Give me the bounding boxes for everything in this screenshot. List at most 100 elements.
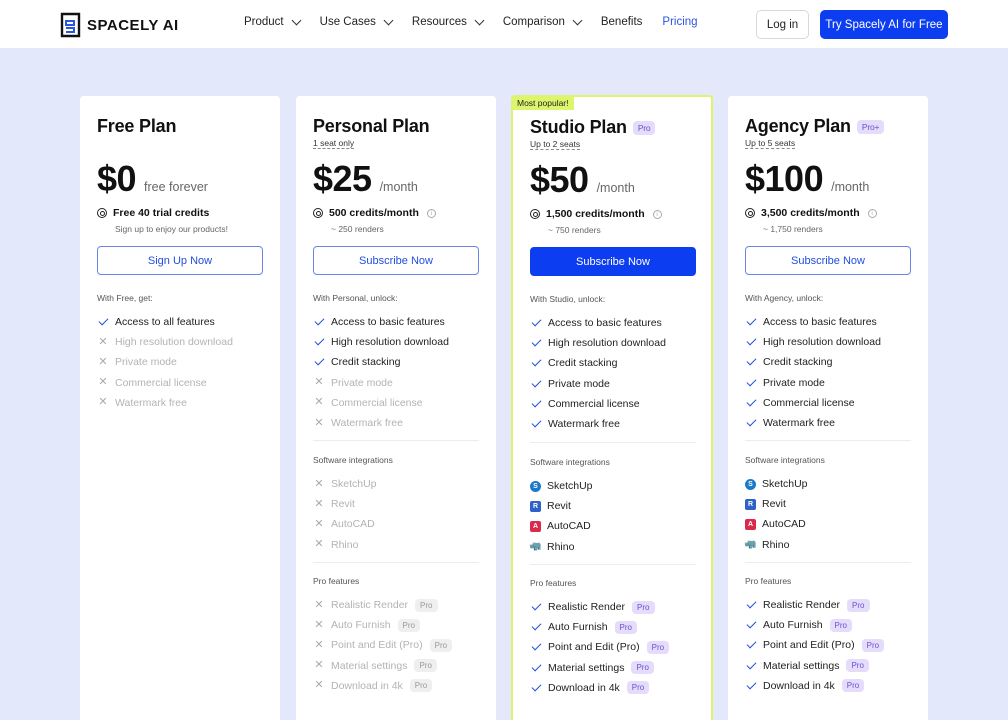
feature-label: High resolution download [331,336,449,349]
nav-comparison[interactable]: Comparison [502,15,583,28]
pro-badge: Pro [846,659,869,673]
nav-pricing[interactable]: Pricing [662,16,697,28]
feature-label: Credit stacking [548,357,618,370]
pro-feature-label: Realistic Render [331,599,409,612]
nav-product[interactable]: Product [244,15,302,28]
feature-item: ✕ Commercial license [313,393,449,413]
cross-icon: ✕ [314,659,324,672]
integration-label: AutoCAD [331,518,375,531]
pro-badge: Pro [397,618,420,632]
feature-label: Watermark free [763,417,835,430]
pro-feature-item: ✕ Point and Edit (Pro) Pro [313,635,453,655]
feature-label: Commercial license [331,396,423,409]
plan-name: Agency Plan Pro+ [745,116,885,137]
nav-pricing-label: Pricing [662,16,698,28]
info-icon[interactable]: i [652,209,662,219]
feature-label: Credit stacking [763,356,833,369]
integration-label: Rhino [762,538,790,551]
price-period: /month [596,181,635,195]
nav-comparison-label: Comparison [502,16,565,28]
feature-item: Watermark free [745,413,881,433]
credits-label: 3,500 credits/month [761,207,860,219]
cross-icon: ✕ [98,376,108,389]
plan-title: Personal Plan [313,116,430,136]
feature-label: Commercial license [763,396,855,409]
feature-item: High resolution download [745,332,881,352]
nav-use-cases[interactable]: Use Cases [319,15,394,28]
check-icon [745,659,757,670]
rhino-icon: 🦏 [744,539,757,551]
plan-card-agency: Agency Plan Pro+ Up to 5 seats $100 /mon… [728,96,928,720]
check-icon [530,417,542,428]
nav-product-label: Product [244,16,284,28]
feature-item: Access to all features [97,312,233,332]
pro-feature-item: ✕ Realistic Render Pro [313,595,452,615]
pro-feature-label: Download in 4k [331,679,403,692]
cross-icon: ✕ [314,497,324,510]
check-icon [745,376,757,387]
check-icon [745,416,757,427]
price-period: /month [831,180,870,194]
feature-list: Access to basic features High resolution… [745,312,881,433]
info-icon[interactable]: i [426,208,436,218]
sketchup-icon: S [745,478,756,490]
nav-benefits[interactable]: Benefits [601,16,643,28]
divider [745,440,911,441]
pro-feature-label: Point and Edit (Pro) [331,639,423,652]
divider [313,562,479,563]
feature-label: Commercial license [548,397,640,410]
check-icon [530,641,542,651]
feature-label: Private mode [115,356,177,369]
feature-item: ✕ Commercial license [97,373,233,393]
plan-card-free: Free Plan $0 free forever Free 40 trial … [80,96,280,720]
pro-badge: Pro [632,600,655,614]
nav-resources[interactable]: Resources [412,15,485,28]
pro-badge: Pro [841,679,865,693]
plan-title: Agency Plan [745,116,851,136]
autocad-icon: A [745,518,756,530]
unlock-label: With Free, get: [97,293,153,303]
check-icon [530,600,542,611]
feature-label: Access to basic features [331,316,445,329]
integration-item: R Revit [530,496,593,516]
plan-price: $50 /month [530,159,635,201]
login-button[interactable]: Log in [756,10,809,39]
integration-label: Rhino [331,538,359,551]
divider [745,562,911,563]
integration-item: S SketchUp [745,474,808,494]
pro-badge: Pro [409,679,433,693]
revit-icon: R [745,498,756,510]
brand-logo[interactable]: SPACELY AI [60,12,179,38]
check-icon [530,357,542,367]
feature-label: Private mode [331,376,393,389]
subscribe-button[interactable]: Subscribe Now [530,247,696,276]
sign-up-button[interactable]: Sign Up Now [97,246,263,275]
integration-list: S SketchUp R Revit A AutoCAD 🦏 Rhino [529,476,593,557]
plan-credits: Free 40 trial credits [97,207,209,219]
info-icon[interactable]: i [867,208,877,218]
check-icon [530,620,542,631]
integration-label: Revit [762,498,786,511]
nav-use-cases-label: Use Cases [319,16,376,28]
sketchup-icon: S [530,480,541,492]
integration-list: ✕ SketchUp ✕ Revit ✕ AutoCAD ✕ Rhino [313,474,376,555]
unlock-label: With Agency, unlock: [745,293,824,303]
integration-label: AutoCAD [762,518,806,531]
integration-item: ✕ SketchUp [313,474,376,494]
credits-label: 1,500 credits/month [546,208,645,220]
pro-feature-item: ✕ Material settings Pro [313,656,452,676]
integrations-label: Software integrations [313,455,393,465]
cross-icon: ✕ [314,679,324,692]
pro-badge: Pro [847,598,870,612]
integration-item: 🦏 Rhino [744,535,808,555]
subscribe-button[interactable]: Subscribe Now [313,246,479,275]
try-free-button[interactable]: Try Spacely AI for Free [820,10,948,39]
check-icon [530,316,542,327]
subscribe-button[interactable]: Subscribe Now [745,246,911,275]
pro-feature-item: Material settings Pro [530,658,669,678]
plan-card-studio: Most popular! Studio Plan Pro Up to 2 se… [511,95,713,720]
autocad-icon: A [530,520,541,532]
cross-icon: ✕ [314,618,324,631]
plan-title: Free Plan [97,116,177,136]
price-amount: $0 [97,158,137,199]
